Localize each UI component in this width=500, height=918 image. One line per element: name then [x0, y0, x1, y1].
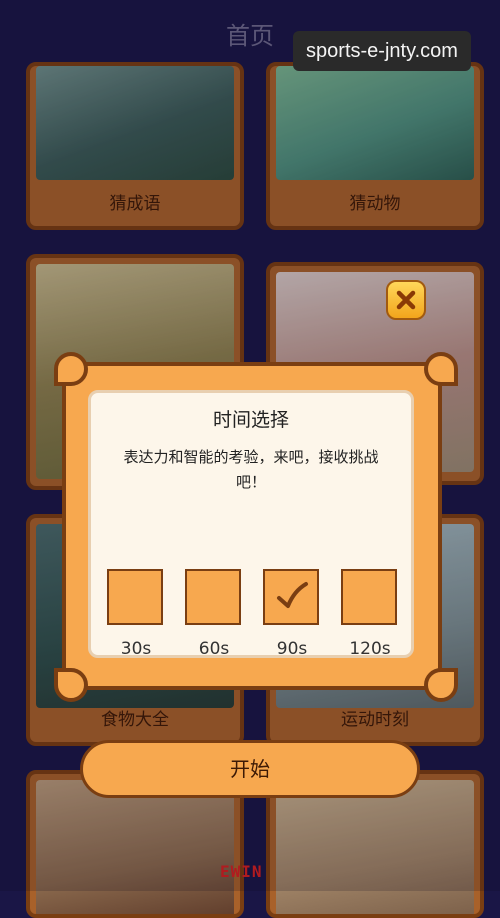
scroll-corner-icon: [424, 352, 458, 386]
dialog-title: 时间选择: [212, 409, 289, 431]
option-label: 60s: [198, 639, 230, 659]
option-label: 90s: [276, 639, 308, 659]
dialog-content: 时间选择 表达力和智能的考验，来吧，接收挑战吧！ 30s 60s 90s 120…: [88, 390, 414, 659]
start-button[interactable]: 开始: [80, 740, 420, 798]
scroll-corner-icon: [54, 668, 88, 702]
option-checkbox[interactable]: [263, 569, 319, 625]
option-checkbox[interactable]: [107, 569, 163, 625]
scroll-corner-icon: [54, 352, 88, 386]
time-option-60s[interactable]: 60s: [185, 569, 243, 659]
close-button[interactable]: [386, 280, 426, 320]
checkmark-icon: [277, 582, 308, 608]
option-checkbox[interactable]: [185, 569, 241, 625]
option-label: 30s: [120, 639, 152, 659]
option-checkbox[interactable]: [341, 569, 397, 625]
time-option-120s[interactable]: 120s: [341, 569, 399, 659]
time-select-dialog: 时间选择 表达力和智能的考验，来吧，接收挑战吧！ 30s 60s 90s 120…: [54, 280, 458, 702]
close-icon: [396, 290, 416, 310]
option-label: 120s: [349, 639, 391, 659]
dialog-description: 表达力和智能的考验，来吧，接收挑战吧！: [123, 448, 379, 491]
watermark: sports-e-jnty.com: [293, 31, 471, 71]
time-option-30s[interactable]: 30s: [107, 569, 165, 659]
time-option-90s[interactable]: 90s: [263, 569, 321, 659]
scroll-corner-icon: [424, 668, 458, 702]
